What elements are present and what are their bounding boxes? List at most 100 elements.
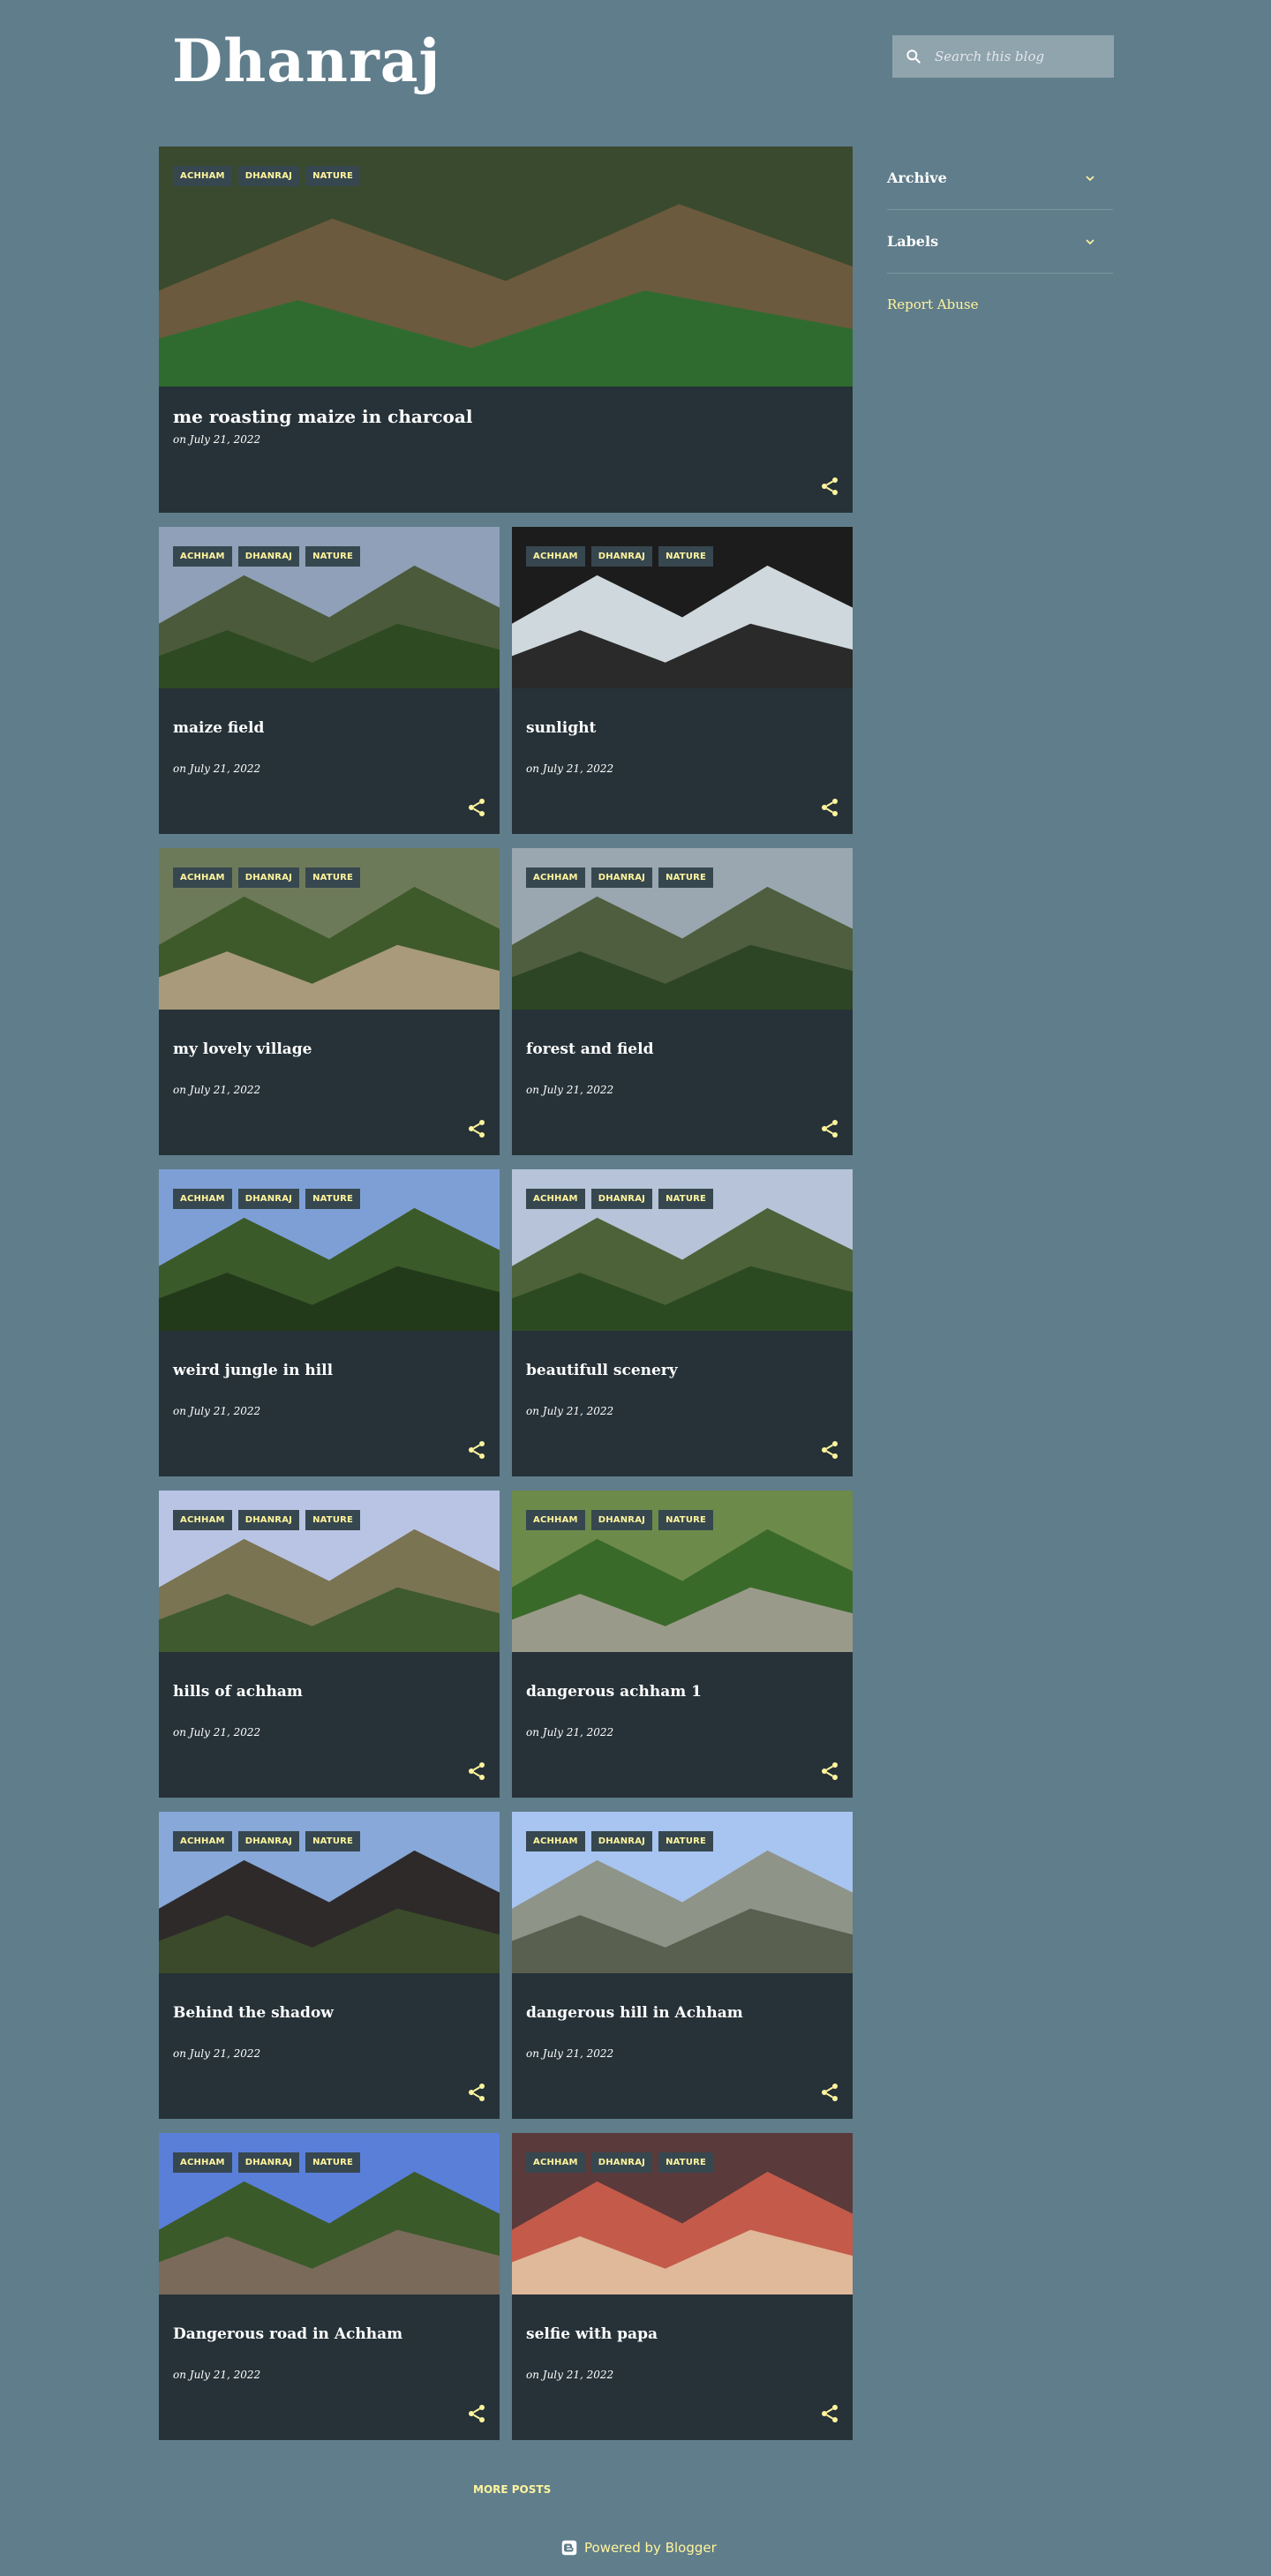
label-chip[interactable]: NATURE <box>305 2152 361 2173</box>
featured-post-card[interactable]: ACHHAM DHANRAJ NATURE me roasting maize in … <box>159 146 853 513</box>
post-title[interactable]: dangerous achham 1 <box>526 1683 702 1701</box>
post-title[interactable]: Behind the shadow <box>173 2004 334 2022</box>
post-card[interactable]: ACHHAM DHANRAJ NATURE selfie with papa on Ju… <box>512 2133 853 2440</box>
label-chip[interactable]: ACHHAM <box>173 867 232 888</box>
label-chip[interactable]: NATURE <box>305 1189 361 1209</box>
labels-widget[interactable]: Labels <box>887 210 1113 274</box>
post-title[interactable]: dangerous hill in Achham <box>526 2004 743 2022</box>
archive-widget[interactable]: Archive <box>887 146 1113 210</box>
post-card[interactable]: ACHHAM DHANRAJ NATURE sunlight on July 21, 2… <box>512 527 853 834</box>
share-icon[interactable] <box>466 2403 487 2424</box>
share-icon[interactable] <box>819 1439 840 1461</box>
share-icon[interactable] <box>819 797 840 818</box>
blog-title[interactable]: Dhanraj <box>172 26 440 95</box>
share-icon[interactable] <box>819 2403 840 2424</box>
post-labels: ACHHAM DHANRAJ NATURE <box>173 1510 361 1530</box>
label-chip[interactable]: DHANRAJ <box>590 2152 653 2173</box>
post-card[interactable]: ACHHAM DHANRAJ NATURE beautifull scenery on … <box>512 1169 853 1476</box>
post-labels: ACHHAM DHANRAJ NATURE <box>526 1189 714 1209</box>
post-labels: ACHHAM DHANRAJ NATURE <box>173 546 361 567</box>
powered-by-blogger-link[interactable]: Powered by Blogger <box>561 2540 717 2556</box>
share-icon[interactable] <box>466 2082 487 2103</box>
post-title[interactable]: me roasting maize in charcoal <box>173 406 472 427</box>
label-chip[interactable]: ACHHAM <box>526 1831 585 1851</box>
label-chip[interactable]: NATURE <box>658 2152 714 2173</box>
post-card[interactable]: ACHHAM DHANRAJ NATURE dangerous hill in Ach… <box>512 1812 853 2119</box>
search-input[interactable] <box>935 49 1102 64</box>
post-card[interactable]: ACHHAM DHANRAJ NATURE dangerous achham 1 on … <box>512 1491 853 1798</box>
post-title[interactable]: Dangerous road in Achham <box>173 2325 402 2343</box>
report-abuse-link[interactable]: Report Abuse <box>887 297 1113 312</box>
label-chip[interactable]: DHANRAJ <box>590 546 653 567</box>
post-card[interactable]: ACHHAM DHANRAJ NATURE hills of achham on Jul… <box>159 1491 500 1798</box>
label-chip[interactable]: DHANRAJ <box>590 1510 653 1530</box>
post-title[interactable]: sunlight <box>526 719 596 737</box>
share-icon[interactable] <box>466 1439 487 1461</box>
post-card[interactable]: ACHHAM DHANRAJ NATURE Dangerous road in Ach… <box>159 2133 500 2440</box>
label-chip[interactable]: ACHHAM <box>526 546 585 567</box>
chevron-down-icon[interactable] <box>1083 171 1097 185</box>
label-chip[interactable]: ACHHAM <box>526 867 585 888</box>
label-chip[interactable]: DHANRAJ <box>590 1831 653 1851</box>
label-chip[interactable]: NATURE <box>658 1510 714 1530</box>
post-date: on July 21, 2022 <box>526 1084 614 1096</box>
post-card[interactable]: ACHHAM DHANRAJ NATURE Behind the shadow on J… <box>159 1812 500 2119</box>
more-posts-link[interactable]: MORE POSTS <box>473 2483 551 2496</box>
label-chip[interactable]: ACHHAM <box>526 1510 585 1530</box>
post-title[interactable]: maize field <box>173 719 264 737</box>
search-icon[interactable] <box>892 35 935 78</box>
label-chip[interactable]: NATURE <box>658 1189 714 1209</box>
post-title[interactable]: hills of achham <box>173 1683 303 1701</box>
post-date: on July 21, 2022 <box>173 433 261 446</box>
label-chip[interactable]: DHANRAJ <box>237 1510 300 1530</box>
share-icon[interactable] <box>466 797 487 818</box>
label-chip[interactable]: ACHHAM <box>173 2152 232 2173</box>
share-icon[interactable] <box>819 476 840 497</box>
label-chip[interactable]: ACHHAM <box>173 166 232 186</box>
label-chip[interactable]: ACHHAM <box>526 2152 585 2173</box>
post-labels: ACHHAM DHANRAJ NATURE <box>173 1189 361 1209</box>
post-card[interactable]: ACHHAM DHANRAJ NATURE maize field on July 21… <box>159 527 500 834</box>
share-icon[interactable] <box>819 1118 840 1139</box>
share-icon[interactable] <box>466 1761 487 1782</box>
label-chip[interactable]: DHANRAJ <box>590 1189 653 1209</box>
chevron-down-icon[interactable] <box>1083 235 1097 249</box>
post-title[interactable]: forest and field <box>526 1040 653 1058</box>
label-chip[interactable]: NATURE <box>305 867 361 888</box>
post-title[interactable]: beautifull scenery <box>526 1362 678 1379</box>
label-chip[interactable]: DHANRAJ <box>237 166 300 186</box>
label-chip[interactable]: NATURE <box>305 166 361 186</box>
post-title[interactable]: selfie with papa <box>526 2325 658 2343</box>
post-card[interactable]: ACHHAM DHANRAJ NATURE forest and field on Ju… <box>512 848 853 1155</box>
post-labels: ACHHAM DHANRAJ NATURE <box>173 867 361 888</box>
share-icon[interactable] <box>819 2082 840 2103</box>
label-chip[interactable]: ACHHAM <box>526 1189 585 1209</box>
share-icon[interactable] <box>819 1761 840 1782</box>
post-labels: ACHHAM DHANRAJ NATURE <box>526 2152 714 2173</box>
post-title[interactable]: weird jungle in hill <box>173 1362 333 1379</box>
share-icon[interactable] <box>466 1118 487 1139</box>
label-chip[interactable]: ACHHAM <box>173 1831 232 1851</box>
label-chip[interactable]: DHANRAJ <box>237 1831 300 1851</box>
post-card[interactable]: ACHHAM DHANRAJ NATURE my lovely village on J… <box>159 848 500 1155</box>
label-chip[interactable]: ACHHAM <box>173 1189 232 1209</box>
label-chip[interactable]: DHANRAJ <box>237 2152 300 2173</box>
label-chip[interactable]: ACHHAM <box>173 1510 232 1530</box>
post-title[interactable]: my lovely village <box>173 1040 312 1058</box>
label-chip[interactable]: NATURE <box>305 1510 361 1530</box>
label-chip[interactable]: NATURE <box>658 867 714 888</box>
label-chip[interactable]: DHANRAJ <box>237 867 300 888</box>
label-chip[interactable]: DHANRAJ <box>237 1189 300 1209</box>
powered-by-text: Powered by Blogger <box>584 2540 717 2556</box>
post-card[interactable]: ACHHAM DHANRAJ NATURE weird jungle in hill o… <box>159 1169 500 1476</box>
label-chip[interactable]: ACHHAM <box>173 546 232 567</box>
label-chip[interactable]: NATURE <box>305 546 361 567</box>
label-chip[interactable]: NATURE <box>658 1831 714 1851</box>
label-chip[interactable]: DHANRAJ <box>590 867 653 888</box>
label-chip[interactable]: NATURE <box>658 546 714 567</box>
label-chip[interactable]: DHANRAJ <box>237 546 300 567</box>
post-date: on July 21, 2022 <box>526 1726 614 1739</box>
search-box[interactable] <box>892 35 1114 78</box>
label-chip[interactable]: NATURE <box>305 1831 361 1851</box>
post-date: on July 21, 2022 <box>173 2369 261 2381</box>
